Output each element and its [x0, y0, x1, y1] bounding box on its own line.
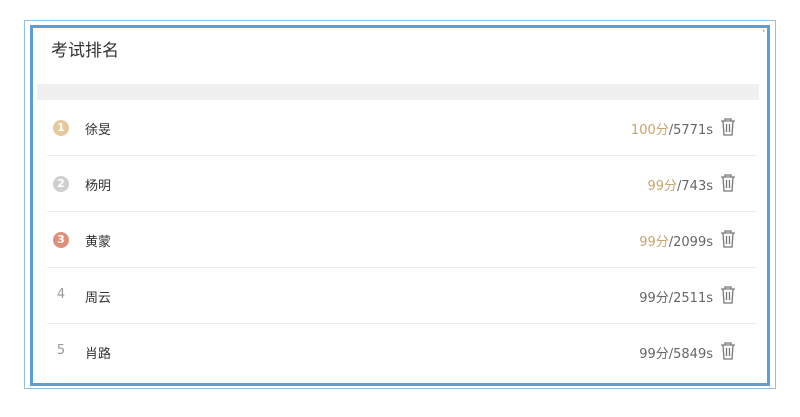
- trash-icon[interactable]: [719, 341, 737, 361]
- time-value: /5849s: [668, 347, 713, 362]
- rank-number: 5: [56, 343, 66, 358]
- student-name: 周云: [85, 291, 112, 306]
- score-time: 100分/5771s: [631, 119, 713, 138]
- score-value: 99分: [639, 291, 669, 306]
- corner-mark: ′: [762, 29, 765, 40]
- student-name: 黄蒙: [85, 235, 112, 250]
- trash-icon[interactable]: [719, 285, 737, 305]
- time-value: /2511s: [668, 291, 713, 306]
- ranking-row: 1 徐旻 100分/5771s: [47, 100, 757, 156]
- score-time: 99分/2099s: [639, 231, 713, 250]
- score-time: 99分/2511s: [639, 287, 713, 306]
- time-value: /743s: [677, 179, 713, 194]
- trash-icon[interactable]: [719, 229, 737, 249]
- header-divider: [37, 84, 759, 100]
- rank-3-badge: 3: [53, 232, 69, 248]
- panel-title: 考试排名: [51, 41, 119, 61]
- ranking-row: 2 杨明 99分/743s: [47, 156, 757, 212]
- student-name: 徐旻: [85, 123, 112, 138]
- student-name: 杨明: [85, 179, 112, 194]
- time-value: /2099s: [668, 235, 713, 250]
- ranking-row: 4 周云 99分/2511s: [47, 268, 757, 324]
- trash-icon[interactable]: [719, 117, 737, 137]
- ranking-row: 3 黄蒙 99分/2099s: [47, 212, 757, 268]
- rank-2-badge: 2: [53, 176, 69, 192]
- ranking-row: 5 肖路 99分/5849s: [47, 324, 757, 380]
- score-value: 100分: [630, 123, 669, 138]
- score-time: 99分/5849s: [639, 343, 713, 362]
- time-value: /5771s: [668, 123, 713, 138]
- student-name: 肖路: [85, 347, 112, 362]
- score-value: 99分: [639, 235, 669, 250]
- score-time: 99分/743s: [647, 175, 713, 194]
- score-value: 99分: [639, 347, 669, 362]
- rank-1-badge: 1: [53, 120, 69, 136]
- exam-ranking-panel: 考试排名 ′ 1 徐旻 100分/5771s 2 杨明 99分/743s 3 黄…: [30, 25, 770, 386]
- trash-icon[interactable]: [719, 173, 737, 193]
- score-value: 99分: [647, 179, 678, 194]
- rank-number: 4: [56, 287, 66, 302]
- ranking-list: 1 徐旻 100分/5771s 2 杨明 99分/743s 3 黄蒙 99分/2…: [47, 100, 757, 380]
